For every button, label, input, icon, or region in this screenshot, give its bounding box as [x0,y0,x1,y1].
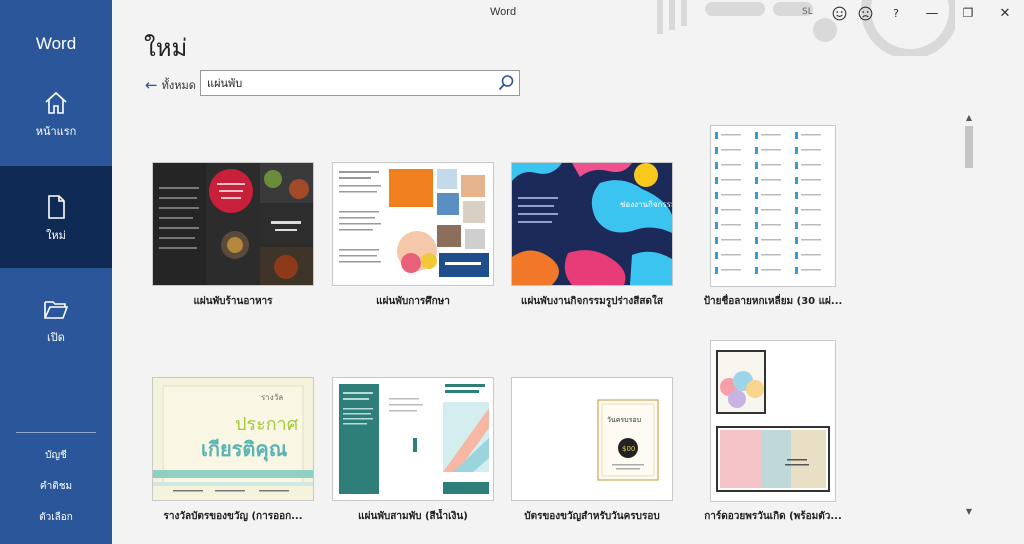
template-thumbnail: รางวัล ประกาศ เกียรติคุณ [152,377,314,501]
template-label: แผ่นพับงานกิจกรรมรูปร่างสีสดใส [521,296,663,307]
search-input[interactable] [201,71,493,95]
app-name: Word [35,34,77,53]
template-gallery-scrollbar[interactable]: ▲ ▼ [962,110,976,518]
anniversary-thumb-title: วันครบรอบ [607,416,641,424]
scroll-down-icon[interactable]: ▼ [962,504,976,518]
template-thumbnail [332,162,494,286]
arrow-left-icon: ← [145,76,158,94]
template-label: บัตรของขวัญสำหรับวันครบรอบ [524,511,660,522]
back-to-all-button[interactable]: ← ทั้งหมด [145,76,196,94]
template-thumbnail: วันครบรอบ $00 [511,377,673,501]
scrollbar-thumb[interactable] [965,126,973,168]
template-label: แผ่นพับการศึกษา [376,296,450,307]
sidebar-divider [16,432,96,433]
minimize-icon[interactable]: — [919,3,945,23]
page-title: ใหม่ [144,34,188,62]
sidebar-link-account[interactable]: บัญชี [0,448,112,463]
event-thumb-title: ช่องงานกิจกรรม [620,200,672,209]
smile-icon[interactable] [826,3,852,23]
scrollbar-track[interactable] [965,126,973,502]
template-thumbnail [710,340,836,502]
template-label: รางวัลบัตรของขวัญ (การออก... [163,511,303,522]
sidebar-item-label: หน้าแรก [35,125,77,138]
template-thumbnail [332,377,494,501]
template-label: แผ่นพับร้านอาหาร [193,296,273,307]
search-icon[interactable] [497,74,515,92]
sidebar: Word หน้าแรก ใหม่ เปิด บัญชี คำติชม ตัวเ… [0,0,112,544]
template-thumbnail [152,162,314,286]
close-icon[interactable]: ✕ [992,3,1018,23]
home-icon [45,91,67,114]
sidebar-item-label: ใหม่ [46,229,66,242]
sidebar-item-new[interactable]: ใหม่ [0,166,112,268]
certificate-thumb-head: รางวัล [261,393,283,402]
frown-icon[interactable] [852,3,878,23]
certificate-thumb-line2: เกียรติคุณ [201,437,288,462]
folder-open-icon [44,301,69,319]
template-label: แผ่นพับสามพับ (สีน้ำเงิน) [358,511,468,522]
search-box [200,70,520,96]
template-label: ป้ายชื่อลายหกเหลี่ยม (30 แผ่... [703,296,843,307]
new-document-icon [48,195,65,219]
sidebar-item-home[interactable]: หน้าแรก [0,90,112,162]
restore-icon[interactable]: ❐ [955,3,981,23]
template-thumbnail [710,125,836,287]
sidebar-link-options[interactable]: ตัวเลือก [0,510,112,525]
back-label: ทั้งหมด [161,79,196,92]
window-title: Word [490,6,517,18]
anniversary-thumb-value: $00 [622,445,635,453]
sidebar-item-label: เปิด [47,331,65,344]
scroll-up-icon[interactable]: ▲ [962,110,976,124]
sidebar-link-feedback[interactable]: คำติชม [0,479,112,494]
template-thumbnail: ช่องงานกิจกรรม [511,162,673,286]
template-label: การ์ดอวยพรวันเกิด (พร้อมตัว... [704,511,842,522]
help-icon[interactable]: ? [883,3,909,23]
sidebar-item-open[interactable]: เปิด [0,296,112,356]
certificate-thumb-line1: ประกาศ [235,414,299,435]
user-initials[interactable]: SL [802,7,813,17]
